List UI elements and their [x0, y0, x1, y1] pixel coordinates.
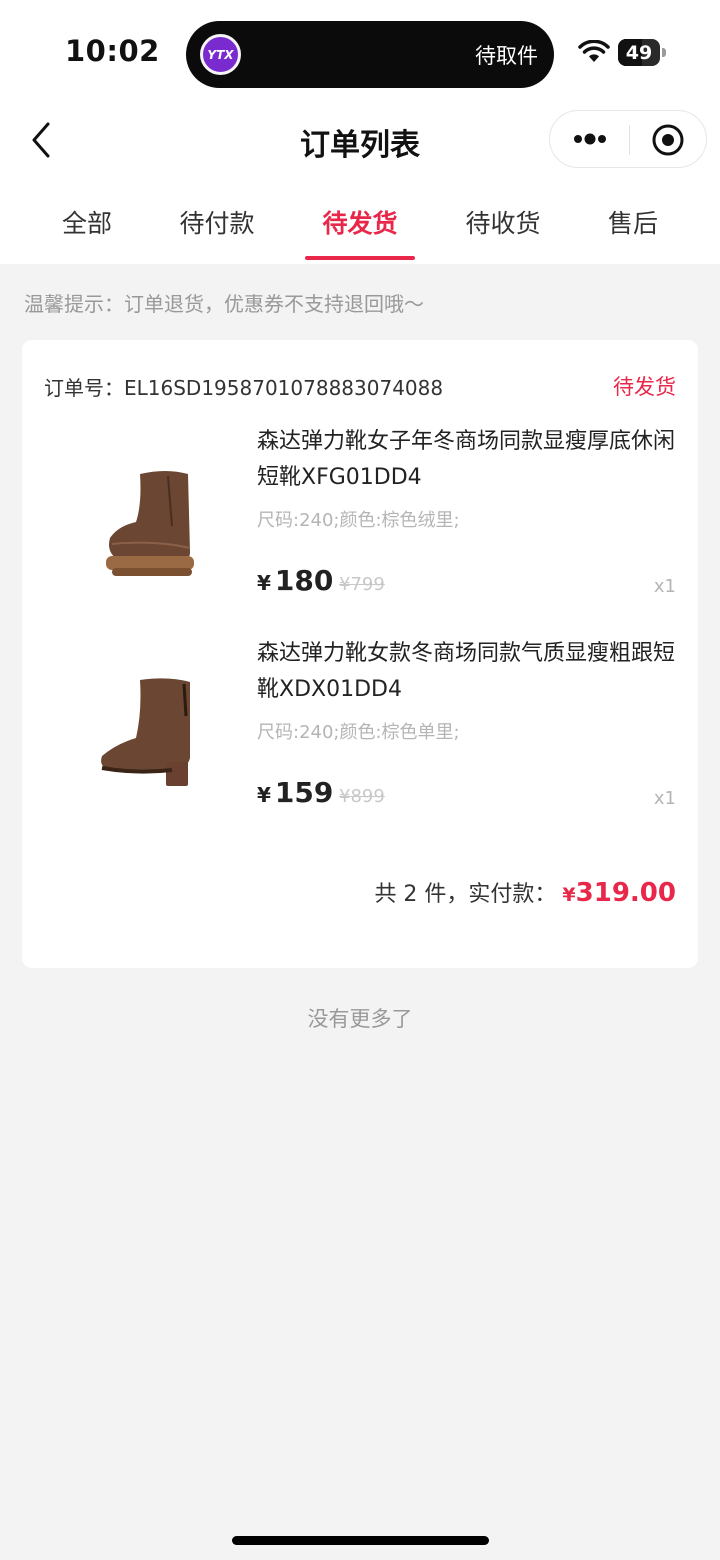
battery-icon: 49: [618, 39, 660, 66]
original-price: ¥799: [339, 574, 385, 595]
island-logo-text: YTX: [207, 47, 234, 62]
battery-level: 49: [625, 41, 653, 64]
home-indicator[interactable]: [232, 1536, 489, 1545]
product-spec: 尺码:240;颜色:棕色绒里;: [257, 510, 460, 531]
product-price: ¥159: [257, 776, 333, 809]
app-logo-icon: YTX: [200, 34, 241, 75]
more-options-icon[interactable]: [572, 125, 608, 153]
product-name: 森达弹力靴女子年冬商场同款显瘦厚底休闲短靴XFG01DD4: [257, 429, 676, 490]
price-currency: ¥: [257, 783, 271, 807]
wifi-icon: [578, 40, 610, 62]
order-item[interactable]: 森达弹力靴女款冬商场同款气质显瘦粗跟短靴XDX01DD4 尺码:240;颜色:棕…: [22, 636, 698, 836]
capsule-divider: [629, 125, 630, 155]
tab-pending-receipt[interactable]: 待收货: [443, 204, 563, 240]
price-currency: ¥: [257, 571, 271, 595]
end-of-list-text: 没有更多了: [307, 1007, 413, 1031]
close-miniprogram-icon[interactable]: [651, 123, 685, 157]
active-tab-indicator: [305, 256, 415, 260]
island-activity-text: 待取件: [475, 44, 538, 68]
tab-after-sales[interactable]: 售后: [573, 204, 693, 240]
battery-tip: [662, 48, 666, 57]
reminder-tip: 温馨提示：订单退货，优惠券不支持退回哦～: [24, 292, 424, 316]
status-time: 10:02: [65, 34, 160, 68]
order-number: 订单号：EL16SD1958701078883074088: [44, 372, 443, 401]
order-tabs: 全部 待付款 待发货 待收货 售后: [0, 190, 720, 264]
product-image-ankle-boot-platform: [56, 434, 216, 594]
tab-pending-payment[interactable]: 待付款: [157, 204, 277, 240]
tab-pending-shipment[interactable]: 待发货: [300, 204, 420, 240]
order-item[interactable]: 森达弹力靴女子年冬商场同款显瘦厚底休闲短靴XFG01DD4 尺码:240;颜色:…: [22, 424, 698, 624]
product-spec: 尺码:240;颜色:棕色单里;: [257, 722, 460, 743]
product-quantity: x1: [653, 788, 676, 809]
total-currency: ¥: [562, 884, 576, 906]
price-value: 159: [274, 776, 334, 809]
product-image-ankle-boot-heel: [56, 646, 216, 806]
product-quantity: x1: [653, 576, 676, 597]
total-amount: 319.00: [575, 878, 676, 908]
product-price: ¥180: [257, 564, 333, 597]
order-number-value: EL16SD1958701078883074088: [124, 376, 444, 400]
miniprogram-capsule: [549, 110, 707, 168]
original-price: ¥899: [339, 786, 385, 807]
dynamic-island[interactable]: YTX 待取件: [186, 21, 554, 88]
order-card[interactable]: 订单号：EL16SD1958701078883074088 待发货 森达弹力靴女…: [22, 340, 698, 968]
tab-all[interactable]: 全部: [27, 204, 147, 240]
order-total: 共 2 件，实付款： ¥319.00: [374, 876, 676, 908]
order-status-badge: 待发货: [613, 375, 676, 399]
top-bar: 10:02 YTX 待取件 49 订单列表 全部 待付款 待发货 待收货 售后: [0, 0, 720, 264]
price-value: 180: [274, 564, 334, 597]
product-name: 森达弹力靴女款冬商场同款气质显瘦粗跟短靴XDX01DD4: [257, 641, 676, 702]
total-label: 共 2 件，实付款：: [374, 882, 557, 907]
order-number-label: 订单号：: [44, 376, 124, 400]
